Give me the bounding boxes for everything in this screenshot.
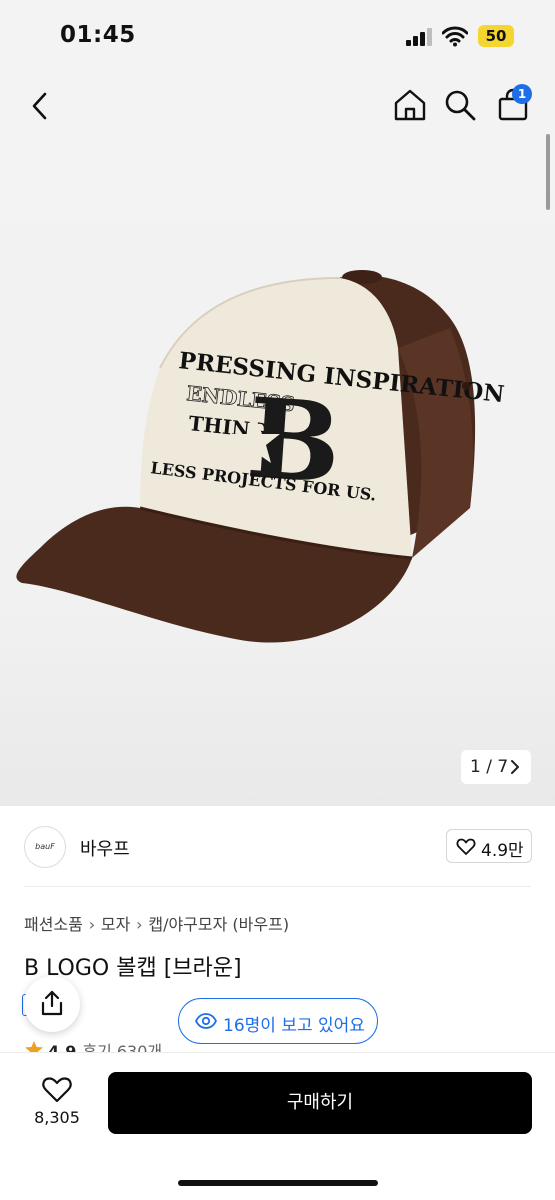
heart-icon bbox=[456, 838, 476, 855]
home-indicator bbox=[178, 1180, 378, 1186]
search-icon[interactable] bbox=[442, 86, 478, 124]
buy-button[interactable]: 구매하기 bbox=[108, 1072, 532, 1134]
divider bbox=[24, 886, 531, 887]
heart-icon[interactable] bbox=[41, 1076, 73, 1104]
wifi-icon bbox=[442, 26, 468, 47]
brand-like-button[interactable]: 4.9만 bbox=[446, 829, 532, 863]
breadcrumb-item[interactable]: 캡/야구모자 (바우프) bbox=[148, 915, 289, 934]
chevron-right-icon: › bbox=[136, 915, 143, 934]
cellular-signal-icon bbox=[406, 28, 432, 46]
breadcrumb: 패션소품 › 모자 › 캡/야구모자 (바우프) bbox=[24, 911, 289, 935]
chevron-right-icon bbox=[511, 760, 519, 774]
battery-indicator: 50 bbox=[478, 25, 514, 47]
scroll-indicator[interactable] bbox=[546, 134, 550, 210]
nav-bar bbox=[0, 74, 555, 138]
chevron-right-icon: › bbox=[88, 915, 96, 934]
back-icon[interactable] bbox=[22, 88, 58, 124]
status-time: 01:45 bbox=[60, 22, 136, 48]
wish-count: 8,305 bbox=[34, 1108, 80, 1127]
status-bar: 01:45 50 bbox=[0, 0, 555, 74]
share-button[interactable] bbox=[24, 976, 80, 1032]
viewers-text: 16명이 보고 있어요 bbox=[223, 1016, 365, 1036]
cart-count-badge: 1 bbox=[512, 84, 532, 104]
breadcrumb-item[interactable]: 패션소품 bbox=[24, 915, 83, 934]
eye-icon bbox=[195, 1013, 217, 1029]
share-icon bbox=[41, 990, 63, 1016]
brand-logo[interactable]: bauF bbox=[24, 826, 66, 868]
brand-name[interactable]: 바우프 bbox=[80, 835, 130, 861]
product-image-gallery[interactable]: PRESSING INSPIRATION ENDLESS THINGS B LE… bbox=[0, 138, 555, 806]
image-counter-text: 1 / 7 bbox=[470, 757, 509, 777]
brand-like-count: 4.9만 bbox=[481, 841, 524, 861]
viewers-pill: 16명이 보고 있어요 bbox=[178, 998, 378, 1044]
home-icon[interactable] bbox=[392, 86, 428, 124]
product-image: PRESSING INSPIRATION ENDLESS THINGS B LE… bbox=[16, 270, 506, 643]
breadcrumb-item[interactable]: 모자 bbox=[101, 915, 130, 934]
